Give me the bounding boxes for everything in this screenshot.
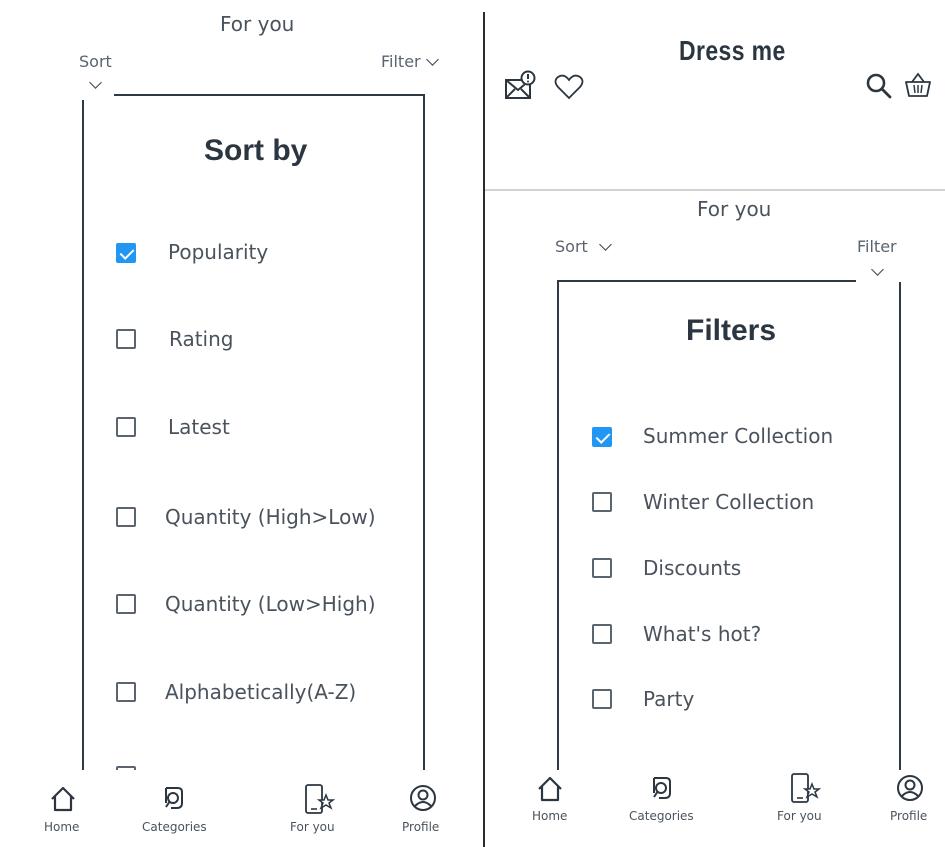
filter-option-winter-collection[interactable] (592, 492, 612, 512)
screen-divider (483, 12, 485, 847)
sheet-left-border (557, 280, 559, 770)
sort-option-quantity-low-high[interactable] (116, 594, 136, 614)
sort-sheet-title: Sort by (204, 134, 308, 167)
sheet-left-border (82, 100, 84, 770)
checkbox[interactable] (592, 492, 612, 512)
nav-profile-label[interactable]: Profile (890, 809, 927, 823)
sort-option-label: Quantity (Low>High) (165, 592, 376, 616)
checkbox[interactable] (116, 682, 136, 702)
basket-icon[interactable] (903, 71, 933, 99)
sort-option-label: Latest (168, 415, 230, 439)
profile-icon[interactable] (896, 774, 924, 802)
checkbox (116, 766, 136, 770)
sort-option-alphabetical[interactable] (116, 682, 136, 702)
sort-option-rating[interactable] (116, 329, 136, 349)
sort-button[interactable]: Sort (555, 237, 588, 256)
nav-home-label[interactable]: Home (532, 809, 567, 823)
nav-categories-label[interactable]: Categories (142, 820, 207, 834)
search-icon[interactable] (866, 73, 892, 99)
filter-button[interactable]: Filter (381, 52, 421, 71)
sort-option-label: Quantity (High>Low) (165, 505, 376, 529)
filter-button[interactable]: Filter (857, 237, 897, 256)
home-icon[interactable] (536, 775, 564, 803)
sort-option-latest[interactable] (116, 417, 136, 437)
sort-option-label: Alphabetically(A-Z) (165, 680, 357, 704)
home-icon[interactable] (49, 785, 77, 813)
nav-profile-label[interactable]: Profile (402, 820, 439, 834)
nav-for-you-label[interactable]: For you (777, 809, 822, 823)
filter-option-label: What's hot? (643, 622, 762, 646)
checkbox[interactable] (116, 507, 136, 527)
checkbox[interactable] (592, 558, 612, 578)
sort-option-quantity-high-low[interactable] (116, 507, 136, 527)
chevron-down-icon[interactable] (89, 76, 102, 89)
sort-label: Sort (555, 237, 588, 256)
filters-sheet-title: Filters (686, 314, 777, 347)
header-divider (485, 189, 945, 191)
chevron-down-icon[interactable] (599, 238, 612, 251)
sort-option-popularity[interactable] (116, 243, 136, 263)
filter-option-whats-hot[interactable] (592, 624, 612, 644)
app-brand-title: Dress me (679, 35, 786, 66)
filter-option-party[interactable] (592, 689, 612, 709)
checkbox[interactable] (592, 624, 612, 644)
sort-option-label: Popularity (168, 240, 269, 264)
filter-option-label: Discounts (643, 556, 742, 580)
mail-notification-icon[interactable] (504, 70, 538, 102)
checkbox[interactable] (116, 417, 136, 437)
page-title: For you (220, 12, 295, 36)
filter-label: Filter (381, 52, 421, 71)
categories-icon[interactable] (649, 775, 673, 803)
for-you-icon[interactable] (302, 783, 336, 815)
nav-for-you-label[interactable]: For you (290, 820, 335, 834)
filter-option-label: Winter Collection (643, 490, 815, 514)
checkbox[interactable] (592, 689, 612, 709)
checkbox-checked[interactable] (116, 243, 136, 263)
sort-button[interactable]: Sort (79, 52, 112, 71)
sheet-right-border (899, 282, 901, 770)
chevron-down-icon[interactable] (426, 53, 439, 66)
sheet-right-border (423, 94, 425, 770)
nav-categories-label[interactable]: Categories (629, 809, 694, 823)
filter-option-label: Party (643, 687, 695, 711)
filter-option-summer-collection[interactable] (592, 427, 612, 447)
sort-option-label: Rating (169, 327, 234, 351)
chevron-down-icon[interactable] (871, 263, 884, 276)
nav-home-label[interactable]: Home (44, 820, 79, 834)
checkbox[interactable] (116, 594, 136, 614)
heart-icon[interactable] (554, 74, 584, 100)
sort-option-clipped (116, 766, 138, 770)
profile-icon[interactable] (409, 784, 437, 812)
filter-option-label: Summer Collection (643, 424, 834, 448)
page-title: For you (697, 197, 772, 221)
checkbox[interactable] (116, 329, 136, 349)
sheet-top-border (558, 280, 856, 282)
checkbox-checked[interactable] (592, 427, 612, 447)
for-you-icon[interactable] (788, 772, 822, 804)
categories-icon[interactable] (161, 785, 185, 813)
sheet-top-border (114, 94, 425, 96)
filter-option-discounts[interactable] (592, 558, 612, 578)
